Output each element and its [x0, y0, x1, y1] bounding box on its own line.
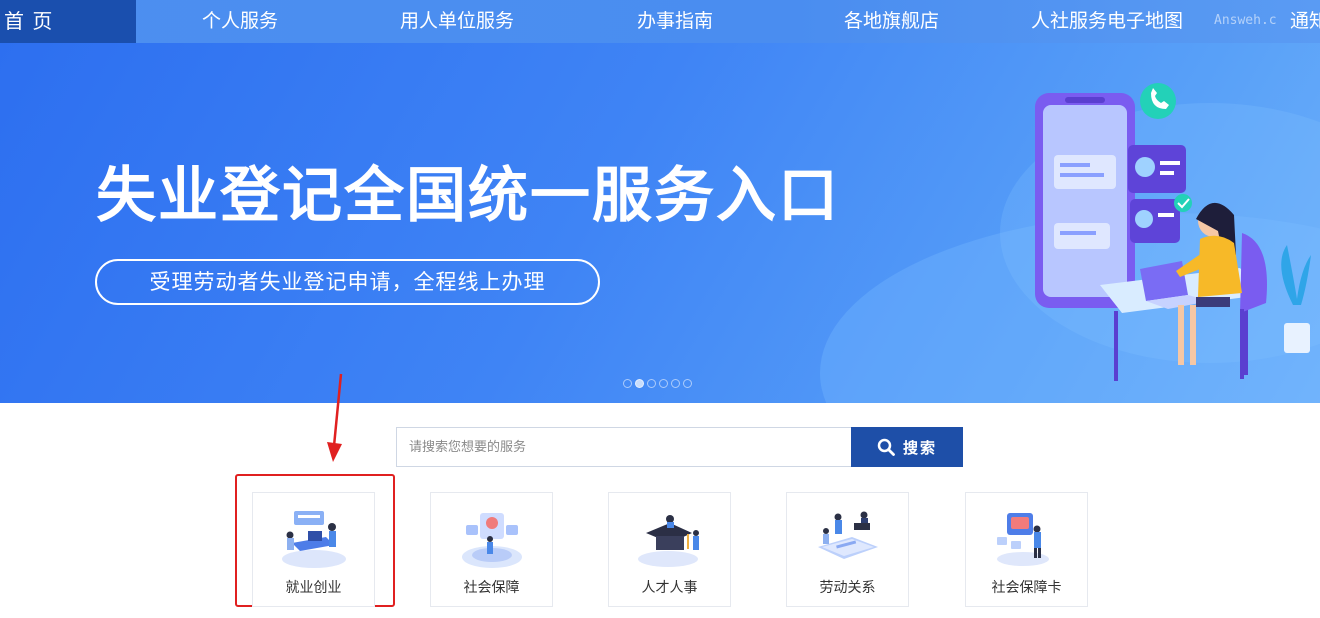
service-card-social-security-card[interactable]: 社会保障卡 [965, 492, 1088, 607]
service-card-employment[interactable]: 就业创业 [252, 492, 375, 607]
top-nav: 首 页 个人服务 用人单位服务 办事指南 各地旗舰店 人社服务电子地图 Answ… [0, 0, 1320, 43]
service-card-social-security[interactable]: 社会保障 [430, 492, 553, 607]
search-icon [877, 438, 895, 456]
hero-banner[interactable]: 失业登记全国统一服务入口 受理劳动者失业登记申请，全程线上办理 [0, 43, 1320, 403]
carousel-dot[interactable] [659, 379, 668, 388]
nav-home[interactable]: 首 页 [0, 0, 136, 43]
service-card-label: 人才人事 [641, 580, 698, 596]
service-card-labor-relations[interactable]: 劳动关系 [786, 492, 909, 607]
talent-icon [638, 515, 699, 567]
nav-item-local-stores[interactable]: 各地旗舰店 [844, 0, 939, 43]
service-card-label: 社会保障卡 [991, 580, 1062, 596]
carousel-dot[interactable] [671, 379, 680, 388]
nav-item-employer-services[interactable]: 用人单位服务 [400, 0, 514, 43]
carousel-dot[interactable] [647, 379, 656, 388]
service-card-label: 劳动关系 [819, 580, 876, 596]
social-security-icon [462, 513, 522, 568]
carousel-dot[interactable] [623, 379, 632, 388]
carousel-dots [623, 373, 695, 388]
social-security-card-icon [997, 513, 1049, 566]
service-card-label: 就业创业 [285, 580, 342, 596]
nav-item-service-map[interactable]: 人社服务电子地图 [1031, 0, 1183, 43]
banner-title: 失业登记全国统一服务入口 [96, 161, 840, 231]
nav-item-personal-services[interactable]: 个人服务 [202, 0, 278, 43]
carousel-dot[interactable] [635, 379, 644, 388]
labor-relations-icon [818, 511, 878, 559]
search-input[interactable] [396, 427, 852, 467]
search-button-label: 搜索 [902, 438, 937, 457]
employment-icon [282, 511, 346, 568]
service-card-label: 社会保障 [463, 580, 520, 596]
watermark: Answeh.c [1214, 13, 1277, 28]
nav-item-guide[interactable]: 办事指南 [637, 0, 713, 43]
service-illustration [1035, 83, 1311, 381]
red-arrow-icon [327, 373, 343, 462]
search-button[interactable]: 搜索 [851, 427, 963, 467]
carousel-dot[interactable] [683, 379, 692, 388]
banner-subtitle: 受理劳动者失业登记申请，全程线上办理 [95, 259, 600, 305]
nav-item-notices[interactable]: 通知 [1290, 0, 1320, 43]
service-card-talent[interactable]: 人才人事 [608, 492, 731, 607]
